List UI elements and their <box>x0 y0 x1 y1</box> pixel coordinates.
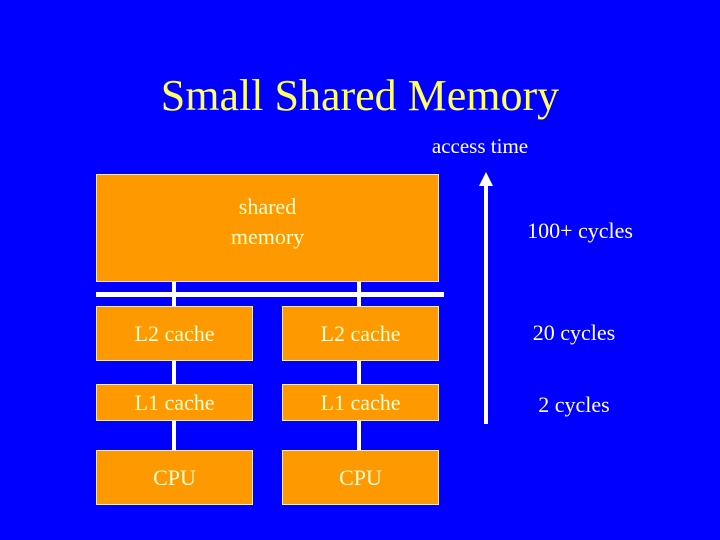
access-time-arrow-icon <box>479 172 493 424</box>
l1-cache-box-2: L1 cache <box>282 384 439 421</box>
l1-cache-label-2: L1 cache <box>320 389 401 415</box>
cpu-label-1: CPU <box>153 464 196 490</box>
slide-title: Small Shared Memory <box>160 71 560 120</box>
access-time-label: access time <box>431 134 529 158</box>
latency-memory: 100+ cycles <box>527 218 633 243</box>
shared-memory-label: shared memory <box>230 194 305 249</box>
connector-l1-cpu-2 <box>357 421 361 450</box>
l2-cache-box-1: L2 cache <box>96 306 253 361</box>
l2-cache-label-2: L2 cache <box>320 320 401 346</box>
shared-memory-box: shared memory <box>96 174 439 282</box>
l1-cache-box-1: L1 cache <box>96 384 253 421</box>
cpu-box-1: CPU <box>96 450 253 505</box>
latency-l1: 2 cycles <box>538 392 610 417</box>
latency-l2: 20 cycles <box>532 320 616 345</box>
bus-line <box>96 292 444 297</box>
l2-cache-box-2: L2 cache <box>282 306 439 361</box>
cpu-label-2: CPU <box>339 464 382 490</box>
l2-cache-label-1: L2 cache <box>134 320 215 346</box>
connector-l2-l1-1 <box>172 361 176 384</box>
connector-l2-l1-2 <box>357 361 361 384</box>
l1-cache-label-1: L1 cache <box>134 389 215 415</box>
connector-l1-cpu-1 <box>172 421 176 450</box>
cpu-box-2: CPU <box>282 450 439 505</box>
